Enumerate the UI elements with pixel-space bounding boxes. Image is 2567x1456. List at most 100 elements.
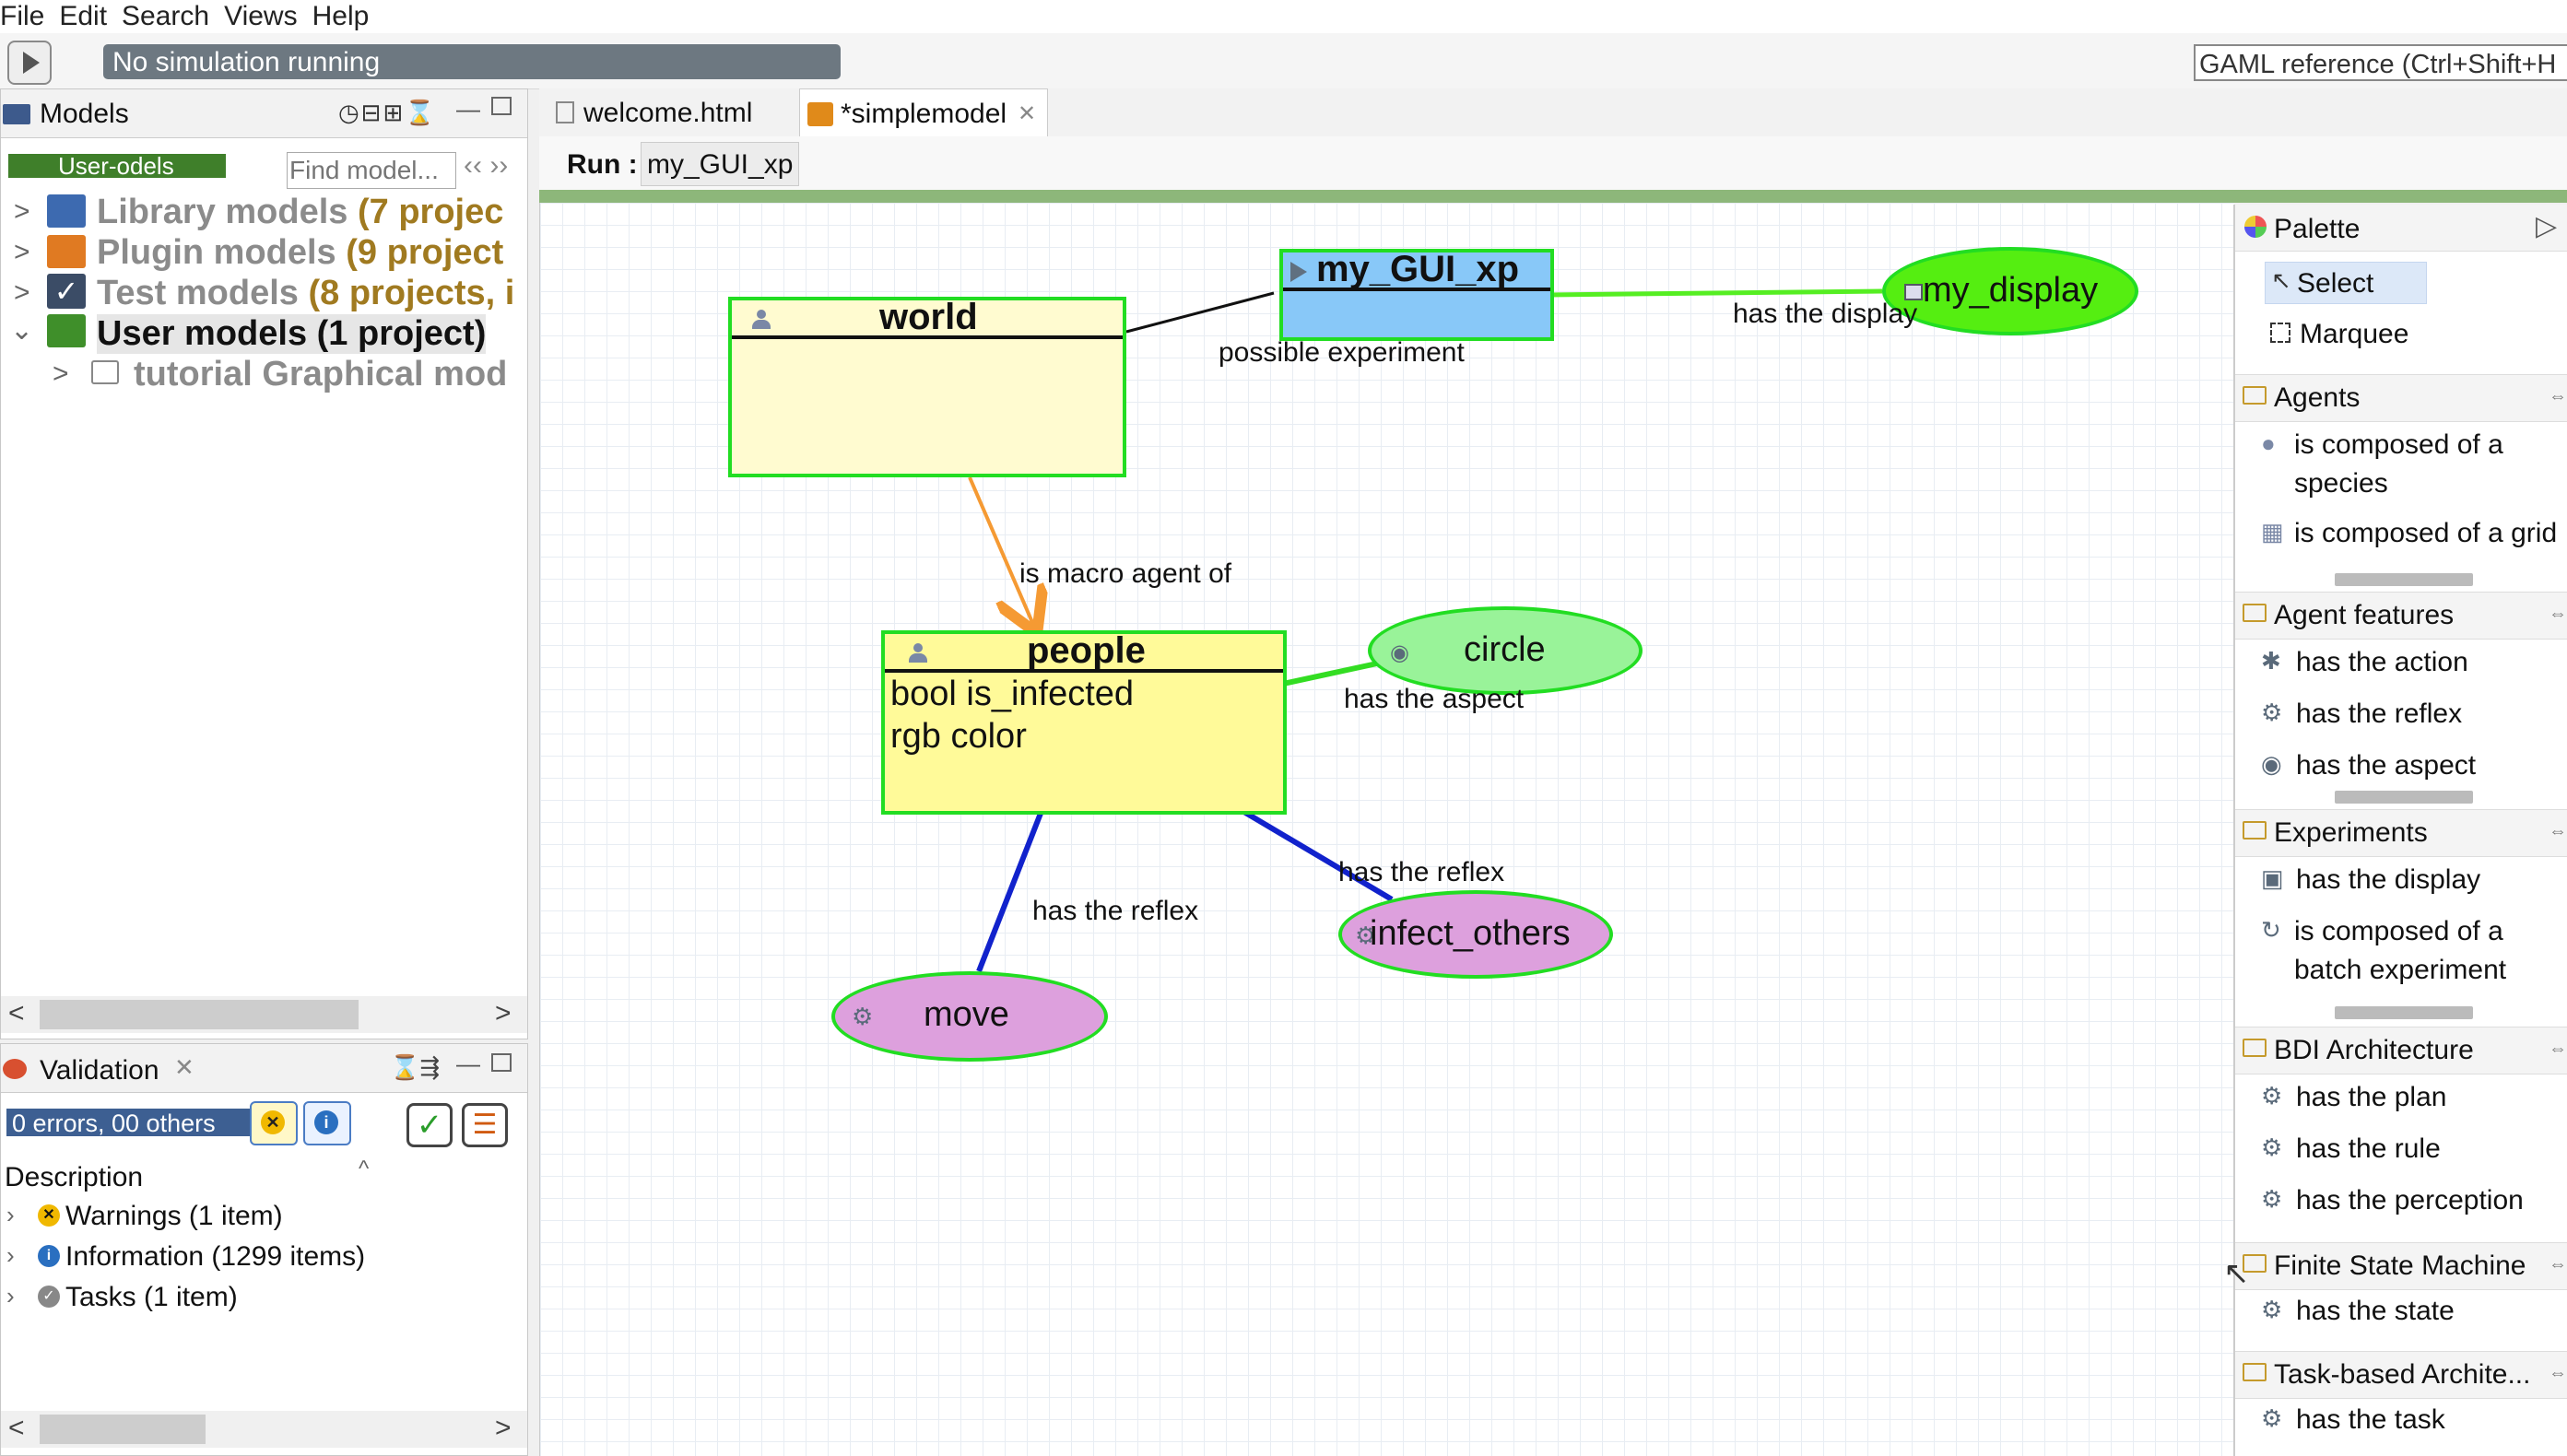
- description-column-header[interactable]: Description: [5, 1162, 143, 1193]
- menu-views[interactable]: Views: [224, 1, 297, 31]
- palette-section-bdi[interactable]: BDI Architecture ⇔: [2235, 1027, 2567, 1074]
- palette-item-has-rule[interactable]: ⚙ has the rule: [2261, 1133, 2441, 1165]
- maximize-icon[interactable]: [491, 97, 512, 115]
- palette-section-fsm[interactable]: Finite State Machine ⇔: [2235, 1242, 2567, 1290]
- node-move-reflex[interactable]: ⚙ move: [831, 971, 1108, 1062]
- palette-section-agent-features[interactable]: Agent features ⇔: [2235, 592, 2567, 640]
- folder-open-icon: [2243, 604, 2267, 622]
- validation-list-button[interactable]: ☰: [462, 1103, 508, 1147]
- palette-section-scroll[interactable]: [2335, 573, 2473, 586]
- menu-search[interactable]: Search: [122, 1, 209, 31]
- tree-item-test-models[interactable]: Test models (8 projects, i: [97, 274, 514, 313]
- info-filter-button[interactable]: i: [303, 1101, 351, 1145]
- pin-icon[interactable]: ⇔: [2549, 604, 2567, 625]
- node-gui-experiment[interactable]: my_GUI_xp: [1279, 249, 1554, 341]
- sort-up-icon[interactable]: ^: [359, 1157, 369, 1182]
- validation-scrollbar[interactable]: < >: [1, 1411, 527, 1448]
- palette-collapse-icon[interactable]: ▷: [2536, 210, 2557, 242]
- chevron-right-icon[interactable]: >: [14, 277, 30, 309]
- maximize-icon[interactable]: [491, 1053, 512, 1072]
- scrollbar-thumb[interactable]: [40, 1415, 206, 1444]
- chevron-right-icon[interactable]: ›: [6, 1201, 15, 1229]
- tab-simplemodel[interactable]: *simplemodel ✕: [799, 88, 1048, 136]
- node-people[interactable]: people bool is_infected rgb color: [881, 630, 1287, 815]
- palette-tool-select[interactable]: ↖ Select: [2265, 262, 2427, 304]
- palette-tool-marquee[interactable]: Marquee: [2265, 313, 2449, 356]
- tree-item-user-models[interactable]: User models (1 project): [97, 314, 487, 354]
- pin-icon[interactable]: ⇔: [2549, 1363, 2567, 1384]
- validate-check-button[interactable]: ✓: [406, 1103, 453, 1147]
- chevron-right-icon[interactable]: ›: [6, 1241, 15, 1270]
- palette-section-scroll[interactable]: [2335, 1006, 2473, 1019]
- diagram-canvas[interactable]: world my_GUI_xp my_display people bool i…: [539, 203, 2234, 1456]
- node-my-display[interactable]: my_display: [1882, 247, 2138, 335]
- warning-filter-button[interactable]: ✕: [250, 1101, 298, 1145]
- models-tab-title[interactable]: Models: [40, 99, 129, 130]
- run-experiment-button[interactable]: my_GUI_xp: [641, 142, 800, 186]
- close-icon[interactable]: ✕: [1018, 89, 1036, 139]
- gaml-reference-search[interactable]: GAML reference (Ctrl+Shift+H: [2194, 44, 2567, 81]
- palette-item-composed-batch[interactable]: ↻ is composed of a: [2261, 916, 2503, 947]
- run-simulation-button[interactable]: [7, 41, 52, 85]
- edge-reflex-move[interactable]: [976, 809, 1044, 973]
- pin-icon[interactable]: ⇔: [2549, 821, 2567, 842]
- palette-item-has-perception[interactable]: ⚙ has the perception: [2261, 1185, 2524, 1216]
- find-model-input[interactable]: [287, 152, 456, 189]
- scroll-left-icon[interactable]: <: [8, 998, 25, 1029]
- pin-icon[interactable]: ⇔: [2549, 1039, 2567, 1060]
- palette-item-composed-species[interactable]: ● is composed of a: [2261, 429, 2503, 461]
- tree-item-library-models[interactable]: Library models (7 projec: [97, 193, 503, 232]
- chevron-down-icon[interactable]: ⌄: [10, 314, 33, 346]
- node-world[interactable]: world: [728, 297, 1126, 477]
- chevron-right-icon[interactable]: >: [14, 196, 30, 228]
- scrollbar-thumb[interactable]: [40, 1000, 359, 1029]
- palette-item-has-task[interactable]: ⚙ has the task: [2261, 1404, 2445, 1436]
- palette-section-experiments[interactable]: Experiments ⇔: [2235, 809, 2567, 857]
- palette-item-has-action[interactable]: ✱ has the action: [2261, 647, 2468, 678]
- validation-panel: Validation ✕ ⌛⇶ — 0 errors, 00 others ✕ …: [0, 1043, 528, 1456]
- chevron-right-icon[interactable]: >: [14, 237, 30, 268]
- models-scrollbar[interactable]: < >: [1, 996, 527, 1033]
- chevron-right-icon[interactable]: ›: [6, 1282, 15, 1310]
- palette-section-agents[interactable]: Agents ⇔: [2235, 374, 2567, 422]
- validation-row-information[interactable]: › i Information (1299 items): [1, 1238, 527, 1278]
- models-toolbar-icons[interactable]: ◷⊟⊞⌛: [338, 99, 437, 127]
- scroll-right-icon[interactable]: >: [495, 998, 512, 1029]
- chevron-right-icon[interactable]: >: [53, 358, 69, 390]
- validation-tab-title[interactable]: Validation: [40, 1055, 159, 1086]
- menu-help[interactable]: Help: [312, 1, 370, 31]
- edge-has-aspect[interactable]: [1282, 661, 1378, 687]
- node-infect-others-reflex[interactable]: ⚙ infect_others: [1338, 890, 1613, 979]
- validation-row-warnings[interactable]: › ✕ Warnings (1 item): [1, 1197, 527, 1238]
- palette-item-has-plan[interactable]: ⚙ has the plan: [2261, 1082, 2446, 1113]
- node-circle-aspect[interactable]: ◉ circle: [1368, 606, 1643, 695]
- palette-section-task-based[interactable]: Task-based Archite... ⇔: [2235, 1351, 2567, 1399]
- minimize-icon[interactable]: —: [456, 95, 480, 123]
- user-models-badge[interactable]: User-odels: [8, 154, 226, 178]
- minimize-icon[interactable]: —: [456, 1050, 480, 1078]
- palette-item-has-display[interactable]: ▣ has the display: [2261, 864, 2480, 896]
- validation-row-tasks[interactable]: › ✓ Tasks (1 item): [1, 1278, 527, 1319]
- palette-section-scroll[interactable]: [2335, 791, 2473, 804]
- tab-welcome-html[interactable]: welcome.html: [547, 88, 786, 136]
- tree-item-plugin-models[interactable]: Plugin models (9 project: [97, 233, 503, 273]
- palette-item-has-aspect[interactable]: ◉ has the aspect: [2261, 750, 2476, 781]
- plugin-icon: [47, 235, 86, 268]
- folder-open-icon: [2243, 821, 2267, 840]
- edge-has-display[interactable]: [1546, 288, 1883, 298]
- palette-item-has-reflex[interactable]: ⚙ has the reflex: [2261, 699, 2462, 730]
- pin-icon[interactable]: ⇔: [2549, 1254, 2567, 1275]
- menu-edit[interactable]: Edit: [59, 1, 107, 31]
- edge-macro-agent[interactable]: [968, 476, 1034, 627]
- validation-toolbar-icons[interactable]: ⌛⇶: [390, 1053, 440, 1082]
- palette-item-has-state[interactable]: ⚙ has the state: [2261, 1296, 2455, 1327]
- tree-item-tutorial-graphical[interactable]: tutorial Graphical mod: [134, 355, 507, 394]
- close-icon[interactable]: ✕: [174, 1053, 194, 1082]
- palette-item-composed-grid[interactable]: ▦ is composed of a grid: [2261, 518, 2557, 549]
- scroll-left-icon[interactable]: <: [8, 1413, 25, 1444]
- edge-possible-experiment[interactable]: [1125, 291, 1275, 334]
- pin-icon[interactable]: ⇔: [2549, 386, 2567, 407]
- nav-back-forward-icons[interactable]: ‹‹ ››: [464, 150, 508, 182]
- menu-file[interactable]: File: [0, 1, 44, 31]
- scroll-right-icon[interactable]: >: [495, 1413, 512, 1444]
